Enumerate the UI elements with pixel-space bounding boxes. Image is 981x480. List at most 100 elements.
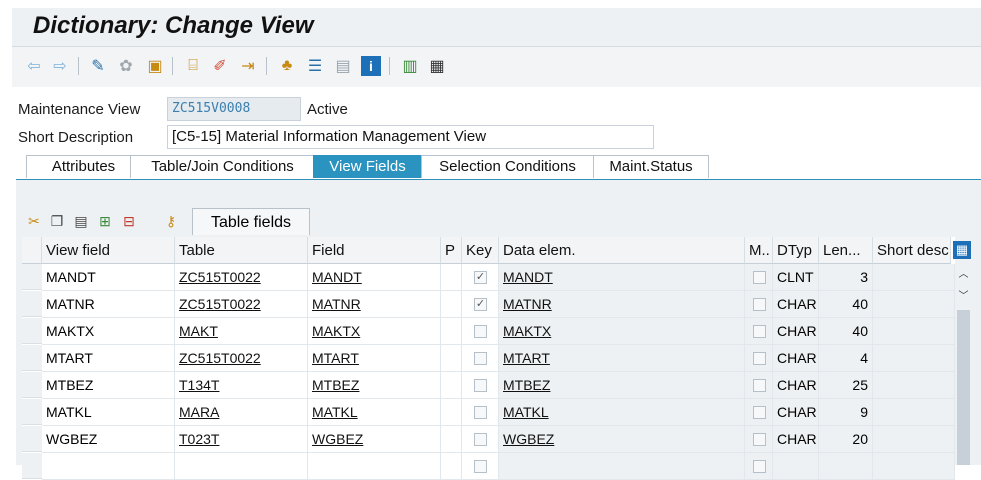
- cell-view-field[interactable]: [42, 453, 175, 480]
- cell-len[interactable]: 40: [819, 318, 873, 345]
- cell-len[interactable]: 20: [819, 426, 873, 453]
- cell-table[interactable]: T023T: [175, 426, 308, 453]
- cell-table-text[interactable]: ZC515T0022: [179, 350, 261, 366]
- cell-len[interactable]: 4: [819, 345, 873, 372]
- column-header-dtyp[interactable]: DTyp: [773, 237, 819, 264]
- cell-view-field[interactable]: MTART: [42, 345, 175, 372]
- cell-view-field[interactable]: MAKTX: [42, 318, 175, 345]
- key-checkbox[interactable]: [474, 352, 487, 365]
- cell-data-elem[interactable]: MTBEZ: [499, 372, 745, 399]
- short-description-field[interactable]: [C5-15] Material Information Management …: [167, 125, 654, 149]
- scroll-down-icon[interactable]: ﹀: [957, 290, 970, 304]
- cell-table-text[interactable]: ZC515T0022: [179, 296, 261, 312]
- key-checkbox[interactable]: [474, 325, 487, 338]
- stack-icon[interactable]: ☰: [305, 56, 325, 76]
- row-selector[interactable]: [22, 399, 42, 425]
- cell-len[interactable]: 9: [819, 399, 873, 426]
- cell-table-text[interactable]: ZC515T0022: [179, 269, 261, 285]
- cell-view-field[interactable]: MANDT: [42, 264, 175, 291]
- cell-len[interactable]: [819, 453, 873, 480]
- cell-table[interactable]: MARA: [175, 399, 308, 426]
- cell-field[interactable]: MATNR: [308, 291, 441, 318]
- cell-data-elem-text[interactable]: WGBEZ: [503, 431, 554, 447]
- scroll-up-icon[interactable]: ︿: [957, 268, 970, 282]
- cell-dtyp[interactable]: CHAR: [773, 399, 819, 426]
- cell-table[interactable]: ZC515T0022: [175, 291, 308, 318]
- navigation-object-icon[interactable]: ✐: [210, 56, 230, 76]
- copy-icon[interactable]: ❐: [47, 210, 67, 232]
- cell-field[interactable]: MTBEZ: [308, 372, 441, 399]
- key-checkbox[interactable]: [474, 406, 487, 419]
- tab-selection-conditions[interactable]: Selection Conditions: [421, 155, 594, 178]
- cell-view-field[interactable]: MTBEZ: [42, 372, 175, 399]
- cell-data-elem[interactable]: MATNR: [499, 291, 745, 318]
- cell-view-field[interactable]: WGBEZ: [42, 426, 175, 453]
- technical-settings-icon[interactable]: ▥: [400, 56, 420, 76]
- cell-len[interactable]: 40: [819, 291, 873, 318]
- cell-table[interactable]: [175, 453, 308, 480]
- where-used-icon[interactable]: ⌸: [183, 56, 203, 76]
- maintenance-view-field[interactable]: ZC515V0008: [167, 97, 301, 121]
- cell-table[interactable]: MAKT: [175, 318, 308, 345]
- scrollbar-thumb[interactable]: [957, 310, 970, 465]
- hierarchy-icon[interactable]: ♣: [277, 56, 297, 76]
- cell-data-elem[interactable]: MTART: [499, 345, 745, 372]
- row-selector[interactable]: [22, 318, 42, 344]
- info-icon[interactable]: i: [361, 56, 381, 76]
- cell-field-text[interactable]: MATKL: [312, 404, 358, 420]
- cell-field-text[interactable]: WGBEZ: [312, 431, 363, 447]
- row-selector[interactable]: [22, 372, 42, 398]
- row-selector[interactable]: [22, 453, 42, 479]
- cell-table-text[interactable]: T023T: [179, 431, 219, 447]
- cell-data-elem[interactable]: [499, 453, 745, 480]
- tab-table-join-conditions[interactable]: Table/Join Conditions: [130, 155, 315, 178]
- cell-dtyp[interactable]: CHAR: [773, 345, 819, 372]
- m-checkbox[interactable]: [752, 352, 766, 365]
- row-selector[interactable]: [22, 345, 42, 371]
- cell-field[interactable]: MANDT: [308, 264, 441, 291]
- m-checkbox[interactable]: [752, 379, 766, 392]
- key-checkbox[interactable]: ✓: [474, 298, 487, 311]
- generate-icon[interactable]: ⇥: [238, 56, 258, 76]
- cell-field[interactable]: MATKL: [308, 399, 441, 426]
- cell-table-text[interactable]: MAKT: [179, 323, 218, 339]
- key-checkbox[interactable]: [474, 433, 487, 446]
- cell-field-text[interactable]: MTART: [312, 350, 359, 366]
- cell-len[interactable]: 25: [819, 372, 873, 399]
- cell-field[interactable]: [308, 453, 441, 480]
- table-layout-icon[interactable]: ▦: [427, 56, 447, 76]
- cell-data-elem[interactable]: WGBEZ: [499, 426, 745, 453]
- vertical-scrollbar[interactable]: ︿ ﹀: [955, 264, 972, 465]
- cell-field-text[interactable]: MTBEZ: [312, 377, 359, 393]
- cell-dtyp[interactable]: [773, 453, 819, 480]
- cell-view-field[interactable]: MATNR: [42, 291, 175, 318]
- cell-table-text[interactable]: MARA: [179, 404, 219, 420]
- column-header-short-desc[interactable]: Short desc: [873, 237, 951, 264]
- delete-row-icon[interactable]: ⊟: [119, 210, 139, 232]
- cell-table[interactable]: ZC515T0022: [175, 264, 308, 291]
- cell-table-text[interactable]: T134T: [179, 377, 219, 393]
- tab-attributes[interactable]: Attributes: [26, 155, 141, 178]
- column-header-key[interactable]: Key: [462, 237, 499, 264]
- cell-field-text[interactable]: MATNR: [312, 296, 361, 312]
- cell-data-elem[interactable]: MANDT: [499, 264, 745, 291]
- cell-len[interactable]: 3: [819, 264, 873, 291]
- cell-data-elem-text[interactable]: MANDT: [503, 269, 553, 285]
- column-header-view-field[interactable]: View field: [42, 237, 175, 264]
- paste-icon[interactable]: ▤: [71, 210, 91, 232]
- insert-row-icon[interactable]: ⊞: [95, 210, 115, 232]
- key-icon[interactable]: ⚷: [161, 210, 181, 232]
- row-selector[interactable]: [22, 264, 42, 290]
- column-header-p[interactable]: P: [441, 237, 462, 264]
- back-arrow-icon[interactable]: ⇦: [24, 56, 44, 76]
- cell-field[interactable]: MTART: [308, 345, 441, 372]
- layout-icon[interactable]: ▤: [333, 56, 353, 76]
- cell-dtyp[interactable]: CHAR: [773, 426, 819, 453]
- key-checkbox[interactable]: [474, 379, 487, 392]
- activate-icon[interactable]: ▣: [145, 56, 165, 76]
- cell-view-field[interactable]: MATKL: [42, 399, 175, 426]
- cell-dtyp[interactable]: CHAR: [773, 318, 819, 345]
- cell-field-text[interactable]: MAKTX: [312, 323, 360, 339]
- m-checkbox[interactable]: [752, 406, 766, 419]
- column-header-len[interactable]: Len...: [819, 237, 873, 264]
